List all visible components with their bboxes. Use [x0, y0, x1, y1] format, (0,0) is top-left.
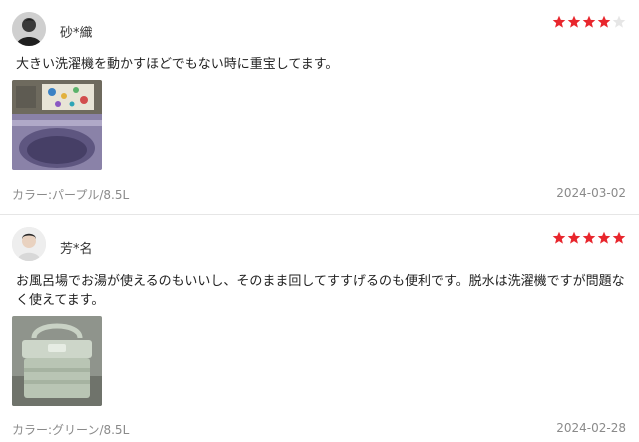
- star-filled-icon: [552, 15, 566, 28]
- review-date: 2024-02-28: [556, 421, 626, 435]
- review-item: 芳*名 お風呂場でお湯が使えるのもいいし、そのまま回してすすげるのも便利です。脱…: [0, 215, 639, 442]
- star-filled-icon: [567, 231, 581, 244]
- review-comment: お風呂場でお湯が使えるのもいいし、そのまま回してすすげるのも便利です。脱水は洗濯…: [16, 274, 625, 308]
- variant-label: カラー:パープル/8.5L: [12, 188, 130, 202]
- review-item: 砂*織 大きい洗濯機を動かすほどでもない時に重宝してます。 カラー:パープル/8…: [0, 0, 639, 214]
- star-filled-icon: [597, 15, 611, 28]
- star-rating: [552, 15, 626, 29]
- star-filled-icon: [612, 231, 626, 244]
- star-filled-icon: [567, 15, 581, 28]
- review-comment: 大きい洗濯機を動かすほどでもない時に重宝してます。: [16, 57, 339, 72]
- star-rating: [552, 231, 626, 245]
- purple-washer-photo[interactable]: [12, 80, 102, 170]
- star-empty-icon: [612, 15, 626, 28]
- username: 芳*名: [60, 242, 93, 257]
- user-avatar-dark-icon: [12, 12, 46, 46]
- star-filled-icon: [552, 231, 566, 244]
- username: 砂*織: [60, 26, 93, 41]
- user-avatar-light-icon: [12, 227, 46, 261]
- star-filled-icon: [597, 231, 611, 244]
- star-filled-icon: [582, 231, 596, 244]
- review-list: 砂*織 大きい洗濯機を動かすほどでもない時に重宝してます。 カラー:パープル/8…: [0, 0, 639, 442]
- star-filled-icon: [582, 15, 596, 28]
- review-date: 2024-03-02: [556, 186, 626, 200]
- variant-label: カラー:グリーン/8.5L: [12, 423, 130, 437]
- green-washer-photo[interactable]: [12, 316, 102, 406]
